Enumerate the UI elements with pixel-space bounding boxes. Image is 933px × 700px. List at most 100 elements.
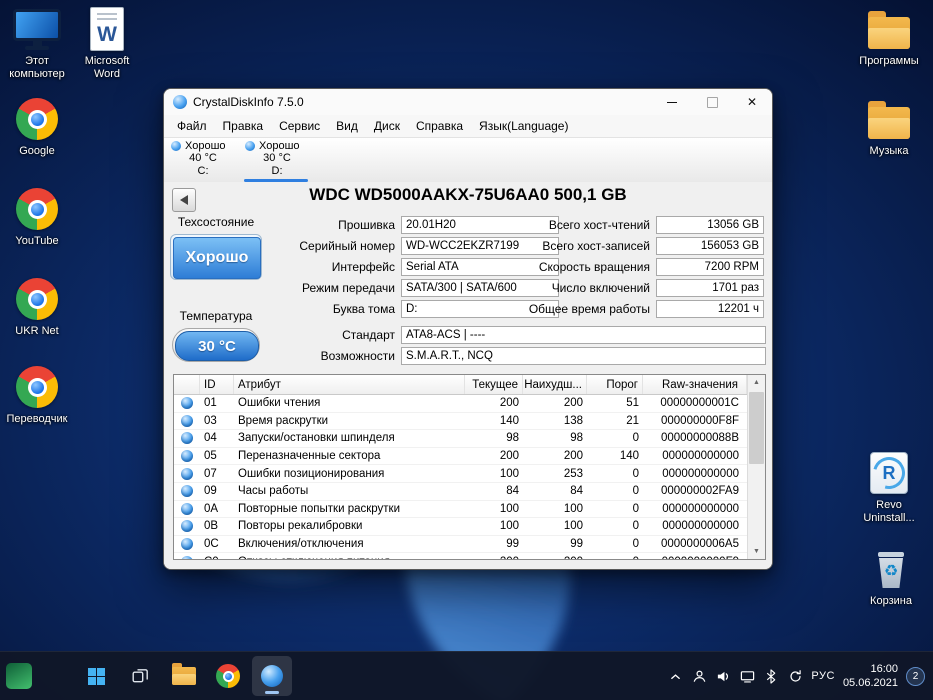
smart-row[interactable]: 0A Повторные попытки раскрутки 100 100 0…	[174, 501, 747, 519]
tray-network-icon[interactable]	[739, 668, 755, 684]
task-view-button[interactable]	[120, 656, 160, 696]
table-scrollbar[interactable]: ▲ ▼	[747, 375, 765, 559]
smart-row[interactable]: 05 Переназначенные сектора 200 200 140 0…	[174, 448, 747, 466]
word-icon: W	[84, 6, 130, 52]
menu-item[interactable]: Вид	[329, 117, 365, 135]
menu-item[interactable]: Сервис	[272, 117, 327, 135]
icon-label: Программы	[859, 55, 918, 68]
notification-badge[interactable]: 2	[906, 667, 925, 686]
desktop-icon-this-pc[interactable]: Этот компьютер	[4, 6, 70, 80]
field-value-box[interactable]: 12201 ч	[656, 300, 764, 318]
scroll-thumb[interactable]	[749, 392, 764, 464]
tray-volume-icon[interactable]	[715, 668, 731, 684]
desktop-icon-revo-uninstaller[interactable]: R Revo Uninstall...	[856, 450, 922, 524]
smart-row[interactable]: 0C Включения/отключения 99 99 0 00000000…	[174, 536, 747, 554]
scroll-down-arrow[interactable]: ▼	[748, 544, 765, 559]
field-value-box[interactable]: 156053 GB	[656, 237, 764, 255]
health-status-button[interactable]: Хорошо	[170, 234, 262, 280]
chrome-icon	[14, 186, 60, 232]
field-value-box[interactable]: S.M.A.R.T., NCQ	[401, 347, 766, 365]
scroll-track[interactable]	[748, 390, 765, 544]
close-button[interactable]: ✕	[732, 89, 772, 115]
taskbar-clock[interactable]: 16:00 05.06.2021	[843, 662, 898, 691]
desktop-icon-google[interactable]: Google	[4, 96, 70, 158]
desktop-icon-ukrnet[interactable]: UKR Net	[4, 276, 70, 338]
smart-row[interactable]: 09 Часы работы 84 84 0 000000002FA9	[174, 483, 747, 501]
column-header-worst[interactable]: Наихудш...	[523, 375, 587, 394]
column-header-threshold[interactable]: Порог	[587, 375, 643, 394]
clock-time: 16:00	[843, 662, 898, 676]
tray-sync-icon[interactable]	[787, 668, 803, 684]
field-row: Прошивка 20.01H20	[280, 216, 559, 234]
chrome-icon	[14, 364, 60, 410]
desktop-icon-translator[interactable]: Переводчик	[4, 364, 70, 426]
desktop: Этот компьютер W Microsoft Word Google Y…	[0, 0, 933, 700]
smart-row[interactable]: C0 Отказы отключения питания 200 200 0 0…	[174, 553, 747, 559]
column-header-current[interactable]: Текущее	[465, 375, 523, 394]
column-header-attribute[interactable]: Атрибут	[234, 375, 465, 394]
smart-worst: 200	[523, 397, 587, 409]
scroll-up-arrow[interactable]: ▲	[748, 375, 765, 390]
maximize-button[interactable]	[692, 89, 732, 115]
smart-current: 140	[465, 415, 523, 427]
chrome-taskbar-button[interactable]	[208, 656, 248, 696]
smart-current: 99	[465, 538, 523, 550]
widgets-button[interactable]	[6, 663, 32, 689]
crystaldiskinfo-icon	[261, 665, 283, 687]
desktop-icon-youtube[interactable]: YouTube	[4, 186, 70, 248]
smart-attribute: Часы работы	[234, 485, 465, 497]
field-label: Интерфейс	[280, 260, 395, 274]
tray-people-icon[interactable]	[691, 668, 707, 684]
field-label: Число включений	[524, 281, 650, 295]
menu-item[interactable]: Диск	[367, 117, 407, 135]
field-label: Режим передачи	[280, 281, 395, 295]
tray-bluetooth-icon[interactable]	[763, 668, 779, 684]
disk-tab-d[interactable]: Хорошо 30 °C D:	[240, 138, 314, 182]
smart-row[interactable]: 01 Ошибки чтения 200 200 51 00000000001C	[174, 395, 747, 413]
smart-threshold: 21	[587, 415, 643, 427]
smart-row[interactable]: 04 Запуски/остановки шпинделя 98 98 0 00…	[174, 430, 747, 448]
field-value-box[interactable]: 1701 раз	[656, 279, 764, 297]
desktop-icon-music[interactable]: Музыка	[856, 96, 922, 158]
smart-attribute: Повторные попытки раскрутки	[234, 503, 465, 515]
crystaldiskinfo-taskbar-button[interactable]	[252, 656, 292, 696]
status-dot-icon	[181, 503, 193, 515]
titlebar[interactable]: CrystalDiskInfo 7.5.0 ✕	[164, 89, 772, 115]
smart-worst: 200	[523, 450, 587, 462]
smart-worst: 100	[523, 520, 587, 532]
menu-item[interactable]: Файл	[170, 117, 214, 135]
smart-threshold: 0	[587, 503, 643, 515]
desktop-icon-word[interactable]: W Microsoft Word	[74, 6, 140, 80]
column-header-raw[interactable]: Raw-значения	[643, 375, 747, 394]
disk-tabstrip: Хорошо 40 °C C: Хорошо 30 °C D:	[164, 137, 772, 183]
window-title: CrystalDiskInfo 7.5.0	[193, 95, 304, 109]
field-label: Прошивка	[280, 218, 395, 232]
field-row: Режим передачи SATA/300 | SATA/600	[280, 279, 559, 297]
field-value-box[interactable]: ATA8-ACS | ----	[401, 326, 766, 344]
desktop-icon-programs[interactable]: Программы	[856, 6, 922, 68]
smart-row[interactable]: 0B Повторы рекалибровки 100 100 0 000000…	[174, 518, 747, 536]
start-button[interactable]	[76, 656, 116, 696]
menu-item[interactable]: Правка	[216, 117, 271, 135]
minimize-button[interactable]	[652, 89, 692, 115]
smart-row[interactable]: 03 Время раскрутки 140 138 21 000000000F…	[174, 413, 747, 431]
smart-row[interactable]: 07 Ошибки позиционирования 100 253 0 000…	[174, 465, 747, 483]
language-indicator[interactable]: РУС	[811, 670, 835, 682]
field-value-box[interactable]: 13056 GB	[656, 216, 764, 234]
hidden-icons-chevron-icon[interactable]	[667, 668, 683, 684]
smart-raw: 000000000000	[643, 503, 747, 515]
column-header-id[interactable]: ID	[200, 375, 234, 394]
status-dot-icon	[181, 520, 193, 532]
field-value-box[interactable]: 7200 RPM	[656, 258, 764, 276]
smart-threshold: 0	[587, 538, 643, 550]
disk-tab-c[interactable]: Хорошо 40 °C C:	[166, 138, 240, 182]
field-row: Серийный номер WD-WCC2EKZR7199	[280, 237, 559, 255]
status-dot-icon	[181, 538, 193, 550]
desktop-icon-recycle-bin[interactable]: Корзина	[858, 546, 924, 608]
temperature-button[interactable]: 30 °C	[172, 328, 260, 362]
status-dot-icon	[181, 556, 193, 559]
file-explorer-button[interactable]	[164, 656, 204, 696]
menu-item[interactable]: Язык(Language)	[472, 117, 575, 135]
column-header-status[interactable]	[174, 375, 200, 394]
menu-item[interactable]: Справка	[409, 117, 470, 135]
